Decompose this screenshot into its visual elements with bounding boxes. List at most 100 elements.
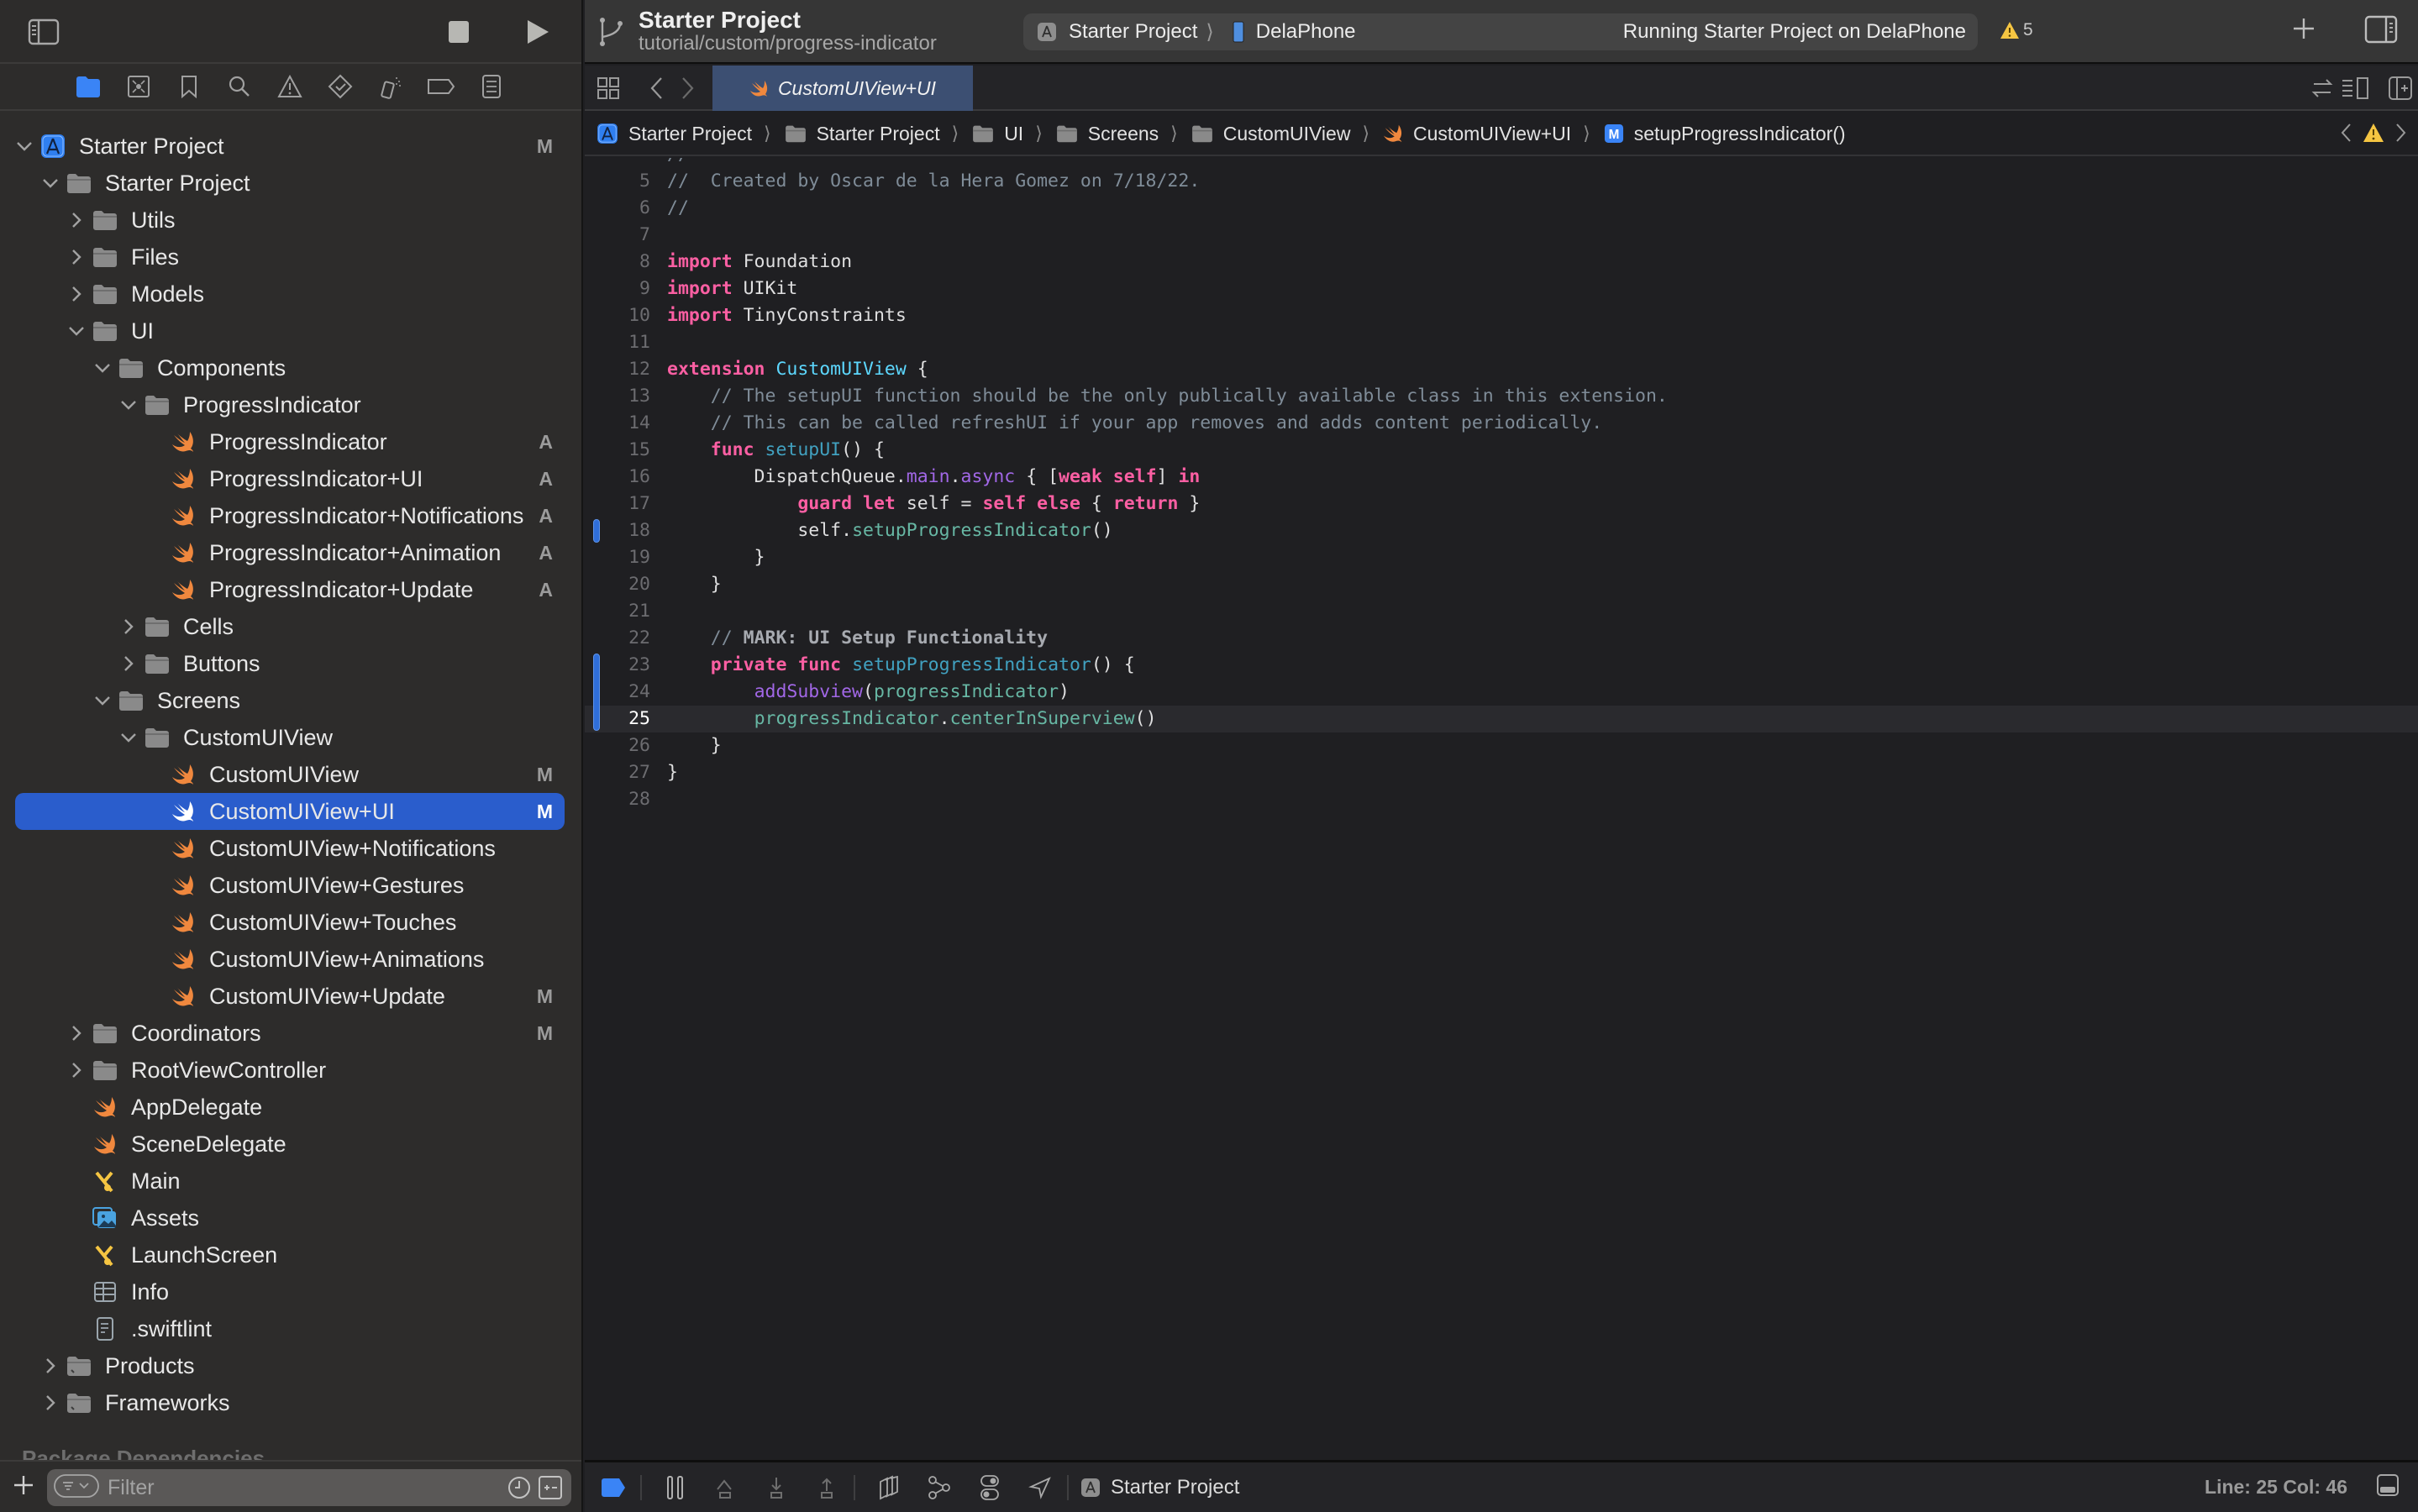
disclosure-toggle[interactable] <box>67 1024 86 1042</box>
code-line[interactable]: 12 extension CustomUIView { <box>585 356 2418 383</box>
tree-item[interactable]: Screens <box>15 682 565 719</box>
disclosure-toggle[interactable] <box>93 691 112 710</box>
code-line[interactable]: 14 // This can be called refreshUI if yo… <box>585 410 2418 437</box>
related-items-button[interactable] <box>597 76 620 101</box>
code-line[interactable]: 9 import UIKit <box>585 276 2418 302</box>
tree-item[interactable]: Components <box>15 349 565 386</box>
recent-files-button[interactable] <box>507 1476 531 1504</box>
disclosure-toggle[interactable] <box>119 654 138 673</box>
library-add-button[interactable] <box>2290 15 2317 46</box>
tree-item[interactable]: Utils <box>15 202 565 239</box>
tree-item[interactable]: Main <box>15 1163 565 1200</box>
disclosure-toggle[interactable] <box>67 248 86 266</box>
code-line[interactable]: 21 <box>585 598 2418 625</box>
tree-item[interactable]: ProgressIndicator+Update A <box>15 571 565 608</box>
source-control-navigator-tab[interactable] <box>123 71 155 102</box>
tree-item[interactable]: CustomUIView+UI M <box>15 793 565 830</box>
tree-item[interactable]: CustomUIView+Animations <box>15 941 565 978</box>
previous-issue-button[interactable] <box>2339 121 2352 150</box>
tree-item[interactable]: Assets <box>15 1200 565 1236</box>
tree-item[interactable]: ProgressIndicator+Animation A <box>15 534 565 571</box>
disclosure-toggle[interactable] <box>119 396 138 414</box>
step-into-button[interactable] <box>760 1471 793 1504</box>
disclosure-toggle[interactable] <box>67 322 86 340</box>
tree-item[interactable]: CustomUIView+Touches <box>15 904 565 941</box>
tree-item[interactable]: Frameworks <box>15 1384 565 1421</box>
device-selector[interactable]: DelaPhone <box>1233 20 1356 44</box>
code-line[interactable]: 5 // Created by Oscar de la Hera Gomez on… <box>585 168 2418 195</box>
breakpoint-navigator-tab[interactable] <box>425 71 457 102</box>
stop-button[interactable] <box>442 17 476 47</box>
tree-item[interactable]: .swiftlint <box>15 1310 565 1347</box>
filter-input[interactable] <box>108 1475 494 1500</box>
simulate-location-button[interactable] <box>1023 1471 1057 1504</box>
report-navigator-tab[interactable] <box>476 71 507 102</box>
disclosure-toggle[interactable] <box>41 174 60 192</box>
step-over-button[interactable] <box>709 1471 743 1504</box>
add-editor-button[interactable] <box>2388 76 2413 101</box>
tree-item[interactable]: CustomUIView+Update M <box>15 978 565 1015</box>
warning-badge[interactable]: 5 <box>2000 20 2033 40</box>
tree-item[interactable]: ProgressIndicator+UI A <box>15 460 565 497</box>
tree-item[interactable]: Models <box>15 276 565 312</box>
breadcrumb-item[interactable]: UI <box>970 123 1023 145</box>
tree-item[interactable]: Coordinators M <box>15 1015 565 1052</box>
code-line[interactable]: 28 <box>585 786 2418 813</box>
code-line[interactable]: 7 <box>585 222 2418 249</box>
breadcrumb-item[interactable]: CustomUIView+UI <box>1381 122 1571 145</box>
disclosure-toggle[interactable] <box>93 359 112 377</box>
source-change-indicator[interactable] <box>593 519 600 543</box>
step-out-button[interactable] <box>810 1471 844 1504</box>
tree-item[interactable]: Buttons <box>15 645 565 682</box>
tree-item[interactable]: Products <box>15 1347 565 1384</box>
breadcrumb-item[interactable]: CustomUIView <box>1190 123 1350 145</box>
toggle-navigator-button[interactable] <box>27 17 60 47</box>
breadcrumb-item[interactable]: Starter Project <box>595 121 752 146</box>
disclosure-toggle[interactable] <box>67 285 86 303</box>
breakpoints-toggle-button[interactable] <box>597 1471 630 1504</box>
environment-overrides-button[interactable] <box>973 1471 1007 1504</box>
tree-item[interactable]: ProgressIndicator A <box>15 423 565 460</box>
code-line[interactable]: 16 DispatchQueue.main.async { [weak self… <box>585 464 2418 491</box>
tree-item[interactable]: CustomUIView <box>15 719 565 756</box>
source-control-filter-button[interactable] <box>538 1475 563 1504</box>
code-line[interactable]: 18 self.setupProgressIndicator() <box>585 517 2418 544</box>
process-selector[interactable]: Starter Project <box>1080 1476 1239 1499</box>
debug-memory-graph-button[interactable] <box>923 1471 956 1504</box>
project-navigator-tab[interactable] <box>72 71 104 102</box>
code-line[interactable]: 20 } <box>585 571 2418 598</box>
tree-item[interactable]: RootViewController <box>15 1052 565 1089</box>
scheme-selector[interactable]: Starter Project ⟩ <box>1037 20 1214 45</box>
code-line[interactable]: 15 func setupUI() { <box>585 437 2418 464</box>
source-control-compare-button[interactable] <box>2310 76 2334 101</box>
disclosure-toggle[interactable] <box>15 137 34 155</box>
tree-item[interactable]: Starter Project <box>15 165 565 202</box>
disclosure-toggle[interactable] <box>67 1061 86 1079</box>
disclosure-toggle[interactable] <box>119 617 138 636</box>
tree-item[interactable]: CustomUIView M <box>15 756 565 793</box>
next-issue-button[interactable] <box>2394 121 2408 150</box>
filter-options-button[interactable] <box>54 1473 99 1502</box>
find-navigator-tab[interactable] <box>223 71 255 102</box>
navigate-back-button[interactable] <box>649 76 664 101</box>
tab-customuiview-ui[interactable]: CustomUIView+UI <box>712 66 973 111</box>
current-code-line[interactable]: 25 progressIndicator.centerInSuperview() <box>585 706 2418 732</box>
editor-options-button[interactable] <box>2341 76 2371 101</box>
issue-indicator[interactable] <box>2363 123 2384 148</box>
tree-item[interactable]: Files <box>15 239 565 276</box>
pause-button[interactable] <box>659 1471 692 1504</box>
tree-item[interactable]: Info <box>15 1273 565 1310</box>
code-line[interactable]: 13 // The setupUI function should be the… <box>585 383 2418 410</box>
branch-name[interactable]: tutorial/custom/progress-indicator <box>639 32 937 55</box>
navigate-forward-button[interactable] <box>681 76 696 101</box>
code-line[interactable]: 19 } <box>585 544 2418 571</box>
tree-item[interactable]: CustomUIView+Gestures <box>15 867 565 904</box>
breadcrumb-item[interactable]: Starter Project <box>783 123 940 145</box>
bookmark-navigator-tab[interactable] <box>173 71 205 102</box>
code-line[interactable]: 26 } <box>585 732 2418 759</box>
tree-item[interactable]: LaunchScreen <box>15 1236 565 1273</box>
disclosure-toggle[interactable] <box>41 1394 60 1412</box>
source-editor[interactable]: // 5 // Created by Oscar de la Hera Gomez … <box>585 158 2418 1460</box>
code-line[interactable]: 24 addSubview(progressIndicator) <box>585 679 2418 706</box>
tree-item[interactable]: ProgressIndicator <box>15 386 565 423</box>
